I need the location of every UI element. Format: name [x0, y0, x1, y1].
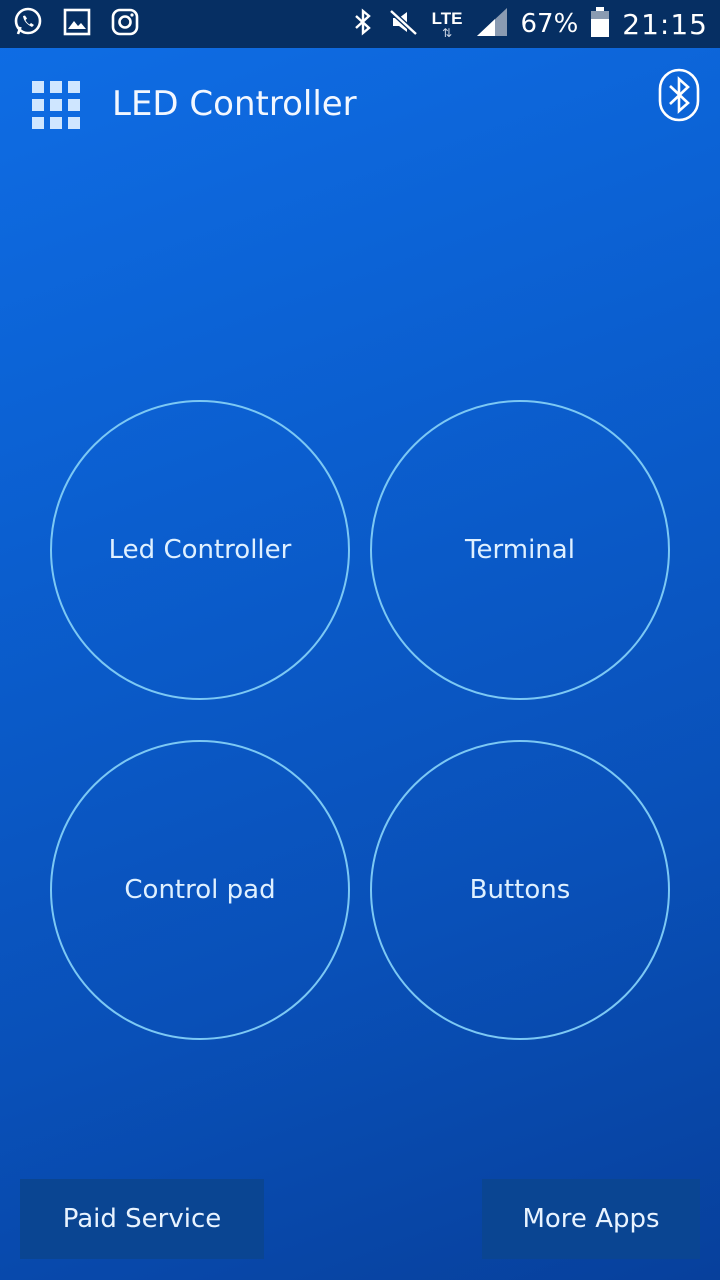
terminal-label: Terminal	[465, 535, 575, 565]
buttons-button[interactable]: Buttons	[370, 740, 670, 1040]
app-bar: LED Controller	[0, 48, 720, 160]
network-type: LTE	[431, 8, 463, 28]
battery-percent: 67%	[520, 9, 579, 39]
battery-icon	[590, 6, 610, 42]
whatsapp-icon	[12, 6, 44, 42]
app-title: LED Controller	[112, 84, 357, 124]
gallery-icon	[62, 7, 92, 41]
signal-icon	[475, 6, 509, 42]
paid-service-label: Paid Service	[62, 1204, 222, 1234]
instagram-icon	[110, 7, 140, 41]
paid-service-button[interactable]: Paid Service	[20, 1179, 264, 1259]
more-apps-button[interactable]: More Apps	[482, 1179, 700, 1259]
more-apps-label: More Apps	[522, 1204, 660, 1234]
grid-menu-icon[interactable]	[32, 81, 80, 129]
led-controller-label: Led Controller	[108, 535, 292, 565]
led-controller-button[interactable]: Led Controller	[50, 400, 350, 700]
data-arrows-icon: ⇅	[442, 25, 453, 40]
terminal-button[interactable]: Terminal	[370, 400, 670, 700]
status-right: LTE ⇅ 67% 21:15	[350, 6, 708, 42]
control-pad-button[interactable]: Control pad	[50, 740, 350, 1040]
status-left	[12, 6, 140, 42]
mute-icon	[388, 7, 420, 41]
bluetooth-connect-icon[interactable]	[658, 68, 700, 122]
control-pad-label: Control pad	[124, 875, 276, 905]
lte-indicator: LTE ⇅	[432, 10, 463, 39]
clock: 21:15	[622, 7, 708, 41]
buttons-label: Buttons	[469, 875, 571, 905]
bluetooth-status-icon	[350, 7, 376, 41]
status-bar: LTE ⇅ 67% 21:15	[0, 0, 720, 48]
